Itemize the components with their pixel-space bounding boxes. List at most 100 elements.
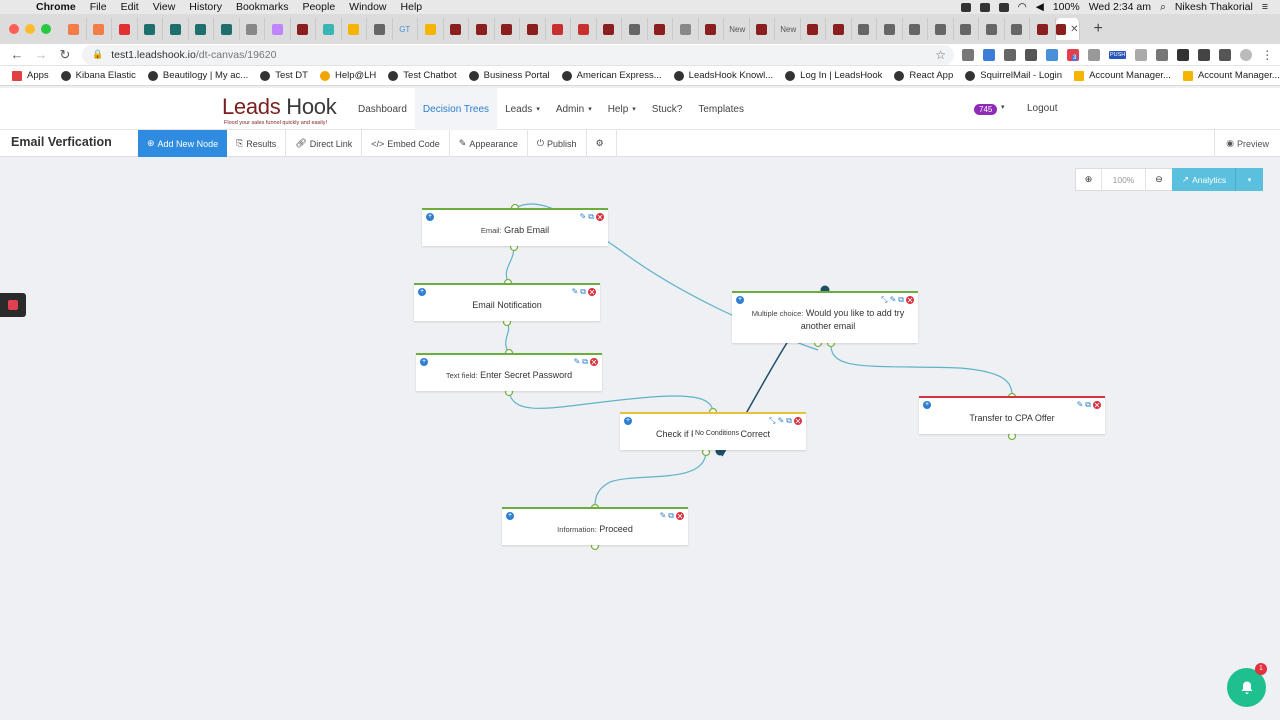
extension-icon[interactable] bbox=[1219, 48, 1232, 61]
publish-button[interactable]: ⏻ Publish bbox=[528, 130, 587, 157]
browser-tab[interactable] bbox=[979, 18, 1005, 40]
credits-badge[interactable]: 745 bbox=[974, 104, 998, 115]
add-child-icon[interactable]: + bbox=[418, 288, 426, 296]
node-multiple-choice[interactable]: + ⤡ ✎ ⧉ ✕ Multiple choice: Would you like t… bbox=[732, 291, 918, 343]
browser-tab[interactable] bbox=[622, 18, 648, 40]
browser-tab[interactable] bbox=[469, 18, 495, 40]
browser-tab[interactable] bbox=[750, 18, 775, 40]
browser-tab[interactable] bbox=[87, 18, 112, 40]
node-email[interactable]: + ✎ ⧉ ✕ Email: Grab Email bbox=[422, 208, 608, 246]
zoom-in-button[interactable]: ⊕ bbox=[1076, 169, 1102, 190]
browser-tab[interactable] bbox=[571, 18, 597, 40]
add-child-icon[interactable]: + bbox=[624, 417, 632, 425]
user-name[interactable]: Nikesh Thakorial bbox=[1175, 1, 1253, 13]
menu-file[interactable]: File bbox=[90, 1, 107, 13]
bookmark-item[interactable]: Business Portal bbox=[468, 70, 550, 81]
browser-tab[interactable] bbox=[520, 18, 546, 40]
browser-tab[interactable] bbox=[112, 18, 138, 40]
add-child-icon[interactable]: + bbox=[420, 358, 428, 366]
delete-icon[interactable]: ✕ bbox=[676, 511, 684, 521]
volume-icon[interactable]: ◀ bbox=[1036, 1, 1044, 13]
browser-tab[interactable] bbox=[699, 18, 724, 40]
browser-tab[interactable] bbox=[418, 18, 444, 40]
bookmark-item[interactable]: Log In | LeadsHook bbox=[785, 70, 882, 81]
menu-view[interactable]: View bbox=[153, 1, 176, 13]
browser-tab[interactable] bbox=[1030, 18, 1056, 40]
recording-stop-button[interactable] bbox=[0, 293, 26, 317]
profile-avatar[interactable] bbox=[1240, 48, 1253, 61]
lock-icon[interactable]: 🔒 bbox=[92, 49, 103, 60]
nav-decision-trees[interactable]: Decision Trees bbox=[414, 88, 498, 130]
wifi-icon[interactable]: ◠ bbox=[1018, 1, 1027, 13]
settings-button[interactable]: ⚙ bbox=[587, 130, 617, 157]
analytics-button[interactable]: ↗ Analytics ▾ bbox=[1172, 168, 1263, 191]
browser-tab[interactable] bbox=[444, 18, 469, 40]
nav-admin[interactable]: Admin ▾ bbox=[548, 88, 600, 130]
extension-icon[interactable] bbox=[1177, 48, 1190, 61]
preview-button[interactable]: ◉ Preview bbox=[1214, 130, 1280, 157]
add-child-icon[interactable]: + bbox=[506, 512, 514, 520]
zoom-window-button[interactable] bbox=[41, 24, 51, 34]
nav-help[interactable]: Help ▾ bbox=[600, 88, 644, 130]
clock[interactable]: Wed 2:34 am bbox=[1089, 1, 1151, 13]
bookmark-item[interactable]: Test Chatbot bbox=[388, 70, 457, 81]
bookmark-item[interactable]: Beautilogy | My ac... bbox=[147, 70, 248, 81]
edit-icon[interactable]: ✎ bbox=[660, 511, 667, 520]
browser-tab[interactable] bbox=[826, 18, 852, 40]
browser-tab[interactable] bbox=[1005, 18, 1030, 40]
browser-tab[interactable] bbox=[954, 18, 979, 40]
bookmark-item[interactable]: Apps bbox=[12, 70, 49, 81]
notifications-button[interactable]: 1 bbox=[1227, 663, 1267, 707]
extension-icon[interactable]: 3 bbox=[1067, 48, 1079, 61]
link-icon[interactable]: ⤡ bbox=[769, 416, 775, 425]
extension-icon[interactable] bbox=[983, 48, 995, 61]
browser-tab[interactable] bbox=[189, 18, 214, 40]
extension-icon[interactable] bbox=[1088, 48, 1100, 61]
menu-people[interactable]: People bbox=[302, 1, 335, 13]
browser-tab[interactable] bbox=[546, 18, 571, 40]
browser-tab[interactable] bbox=[316, 18, 342, 40]
close-tab-icon[interactable]: ✕ bbox=[1070, 24, 1078, 35]
delete-icon[interactable]: ✕ bbox=[590, 357, 598, 367]
browser-tab[interactable] bbox=[801, 18, 826, 40]
browser-tab[interactable] bbox=[265, 18, 291, 40]
bookmark-item[interactable]: LeadsHook Knowl... bbox=[673, 70, 773, 81]
logout-link[interactable]: Logout bbox=[1027, 103, 1058, 114]
nav-templates[interactable]: Templates bbox=[690, 88, 752, 130]
menu-app-name[interactable]: Chrome bbox=[36, 1, 76, 13]
direct-link-button[interactable]: 🔗︎ Direct Link bbox=[286, 130, 363, 157]
link-icon[interactable]: ⤡ bbox=[881, 295, 887, 304]
browser-tab[interactable] bbox=[138, 18, 163, 40]
extension-icon[interactable] bbox=[962, 48, 974, 61]
appearance-button[interactable]: ✎ Appearance bbox=[450, 130, 528, 157]
menu-history[interactable]: History bbox=[189, 1, 222, 13]
menu-bookmarks[interactable]: Bookmarks bbox=[236, 1, 289, 13]
browser-tab[interactable] bbox=[648, 18, 673, 40]
browser-tab[interactable] bbox=[673, 18, 699, 40]
nav-leads[interactable]: Leads ▾ bbox=[497, 88, 548, 130]
menu-window[interactable]: Window bbox=[349, 1, 386, 13]
node-information[interactable]: + ✎ ⧉ ✕ Information: Proceed bbox=[502, 507, 688, 545]
status-icon[interactable] bbox=[960, 2, 971, 12]
browser-tab[interactable]: GT bbox=[393, 18, 418, 40]
bookmark-item[interactable]: Help@LH bbox=[319, 70, 376, 81]
extension-icon[interactable] bbox=[1135, 48, 1148, 61]
spotlight-icon[interactable]: ⌕ bbox=[1160, 1, 1166, 14]
control-center-icon[interactable]: ≡ bbox=[1262, 1, 1268, 13]
back-button[interactable]: ← bbox=[10, 47, 24, 62]
add-child-icon[interactable]: + bbox=[736, 296, 744, 304]
browser-tab[interactable] bbox=[367, 18, 393, 40]
add-child-icon[interactable]: + bbox=[923, 401, 931, 409]
zoom-out-button[interactable]: ⊖ bbox=[1146, 169, 1172, 190]
delete-icon[interactable]: ✕ bbox=[906, 295, 914, 305]
nav-stuck[interactable]: Stuck? bbox=[644, 88, 691, 130]
embed-code-button[interactable]: </> Embed Code bbox=[362, 130, 450, 157]
push-extension-icon[interactable]: PUSH bbox=[1109, 50, 1127, 59]
bookmark-item[interactable]: Test DT bbox=[260, 70, 308, 81]
browser-tab[interactable] bbox=[61, 18, 87, 40]
delete-icon[interactable]: ✕ bbox=[794, 416, 802, 426]
node-transfer-cpa[interactable]: + ✎ ⧉ ✕ Transfer to CPA Offer bbox=[919, 396, 1105, 434]
browser-tab[interactable] bbox=[852, 18, 877, 40]
close-window-button[interactable] bbox=[9, 24, 19, 34]
browser-tab[interactable] bbox=[495, 18, 520, 40]
